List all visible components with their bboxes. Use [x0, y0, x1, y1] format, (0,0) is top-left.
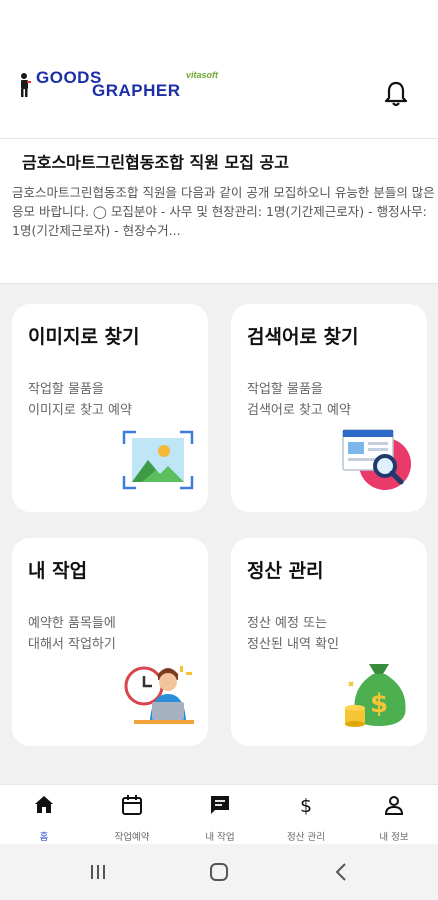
svg-text:$: $	[370, 689, 388, 719]
worker-laptop-icon	[124, 666, 194, 724]
goodsgrapher-logo: GOODS GRAPHER vitasoft	[14, 68, 224, 104]
card-desc-line1: 작업할 물품을	[28, 382, 104, 397]
image-search-card[interactable]: 이미지로 찾기 작업할 물품을 이미지로 찾고 예약	[12, 304, 208, 512]
person-icon	[384, 796, 404, 815]
calendar-icon	[122, 795, 142, 815]
card-desc-line1: 정산 예정 또는	[247, 616, 328, 631]
tab-label-settlement: 정산 관리	[287, 832, 325, 843]
image-search-icon	[122, 430, 194, 490]
card-desc-line1: 작업할 물품을	[247, 382, 323, 397]
tab-label-my-info: 내 정보	[379, 832, 409, 843]
main-menu: 이미지로 찾기 작업할 물품을 이미지로 찾고 예약 검색어로 찾기 작업할 물…	[0, 284, 438, 784]
card-desc-line1: 예약한 품목들에	[28, 616, 116, 631]
chat-icon	[211, 796, 229, 814]
card-desc-line2: 검색어로 찾고 예약	[247, 403, 351, 418]
card-desc-line2: 이미지로 찾고 예약	[28, 403, 132, 418]
money-bag-icon: $	[345, 664, 406, 727]
card-title: 정산 관리	[247, 560, 324, 582]
notification-bell-icon[interactable]	[383, 80, 409, 108]
settlement-card[interactable]: 정산 관리 정산 예정 또는 정산된 내역 확인 $	[231, 538, 427, 746]
card-title: 검색어로 찾기	[247, 326, 359, 348]
tab-label-my-work: 내 작업	[205, 832, 235, 843]
home-nav-icon[interactable]	[207, 860, 231, 884]
logo-text-grapher: GRAPHER	[92, 81, 181, 100]
tab-my-work[interactable]: 내 작업	[176, 785, 264, 845]
back-icon[interactable]	[330, 860, 354, 884]
notice-body: 금호스마트그린협동조합 직원을 다음과 같이 공개 모집하오니 유능한 분들의 …	[12, 185, 435, 238]
card-title: 내 작업	[28, 560, 88, 582]
card-desc-line2: 정산된 내역 확인	[247, 637, 339, 652]
recent-apps-icon[interactable]	[86, 860, 110, 884]
tab-my-info[interactable]: 내 정보	[350, 785, 438, 845]
logo-text-vitasoft: vitasoft	[186, 70, 219, 80]
tab-home[interactable]: 홈	[0, 785, 88, 845]
tab-label-home: 홈	[39, 832, 49, 843]
tab-reservation[interactable]: 작업예약	[88, 785, 176, 845]
keyword-search-card[interactable]: 검색어로 찾기 작업할 물품을 검색어로 찾고 예약	[231, 304, 427, 512]
notice-banner[interactable]: 금호스마트그린협동조합 직원 모집 공고 금호스마트그린협동조합 직원을 다음과…	[0, 138, 438, 284]
card-desc-line2: 대해서 작업하기	[28, 637, 116, 652]
home-icon	[35, 796, 53, 813]
card-title: 이미지로 찾기	[28, 326, 140, 348]
svg-text:$: $	[300, 795, 312, 817]
tab-settlement[interactable]: $ 정산 관리	[262, 785, 350, 845]
logo-figure-icon	[21, 73, 31, 97]
notice-title: 금호스마트그린협동조합 직원 모집 공고	[22, 153, 289, 172]
my-work-card[interactable]: 내 작업 예약한 품목들에 대해서 작업하기	[12, 538, 208, 746]
app-header: GOODS GRAPHER vitasoft	[0, 0, 438, 138]
tab-label-reservation: 작업예약	[114, 832, 150, 843]
dollar-icon: $	[300, 795, 312, 817]
keyword-search-icon	[342, 429, 411, 490]
system-navigation-bar	[0, 844, 438, 900]
bottom-tab-bar: 홈 작업예약 내 작업 $ 정산 관리 내 정보	[0, 784, 438, 844]
